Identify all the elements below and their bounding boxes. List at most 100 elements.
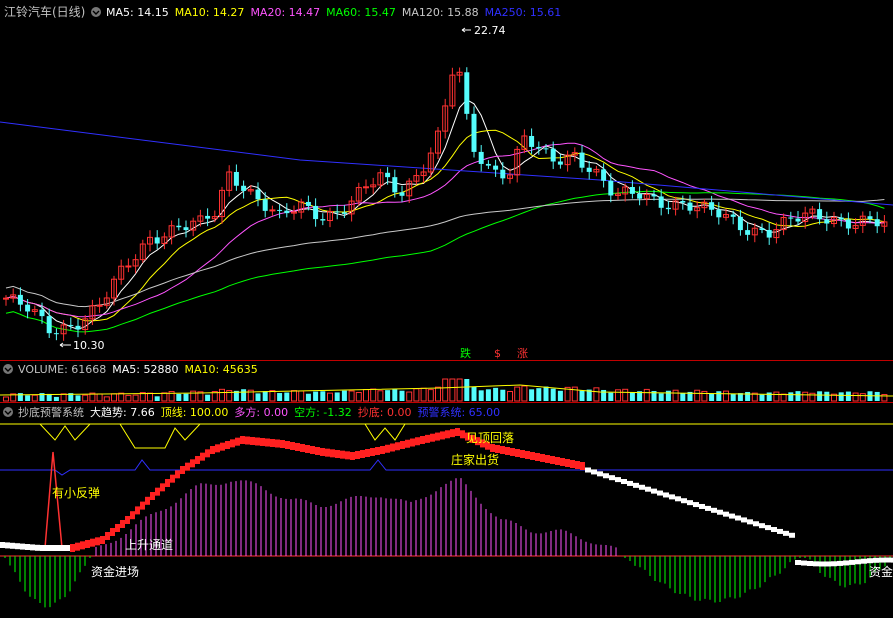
candle-body: [586, 167, 592, 172]
candle-body: [651, 194, 657, 197]
trend-step: [420, 436, 425, 444]
candle-body: [629, 187, 635, 194]
trend-step-down: [681, 498, 687, 504]
trend-step: [135, 506, 140, 515]
trend-step: [385, 444, 390, 453]
trend-step: [170, 474, 175, 483]
volume-bar: [709, 393, 715, 401]
trend-step-down: [35, 544, 40, 551]
volume-bar: [241, 389, 247, 401]
candle-body: [39, 309, 45, 317]
candle-body: [557, 161, 563, 165]
volume-bar: [313, 391, 319, 401]
trend-step-down: [747, 519, 753, 525]
trend-step: [455, 428, 460, 436]
trend-step: [375, 447, 380, 455]
trend-step: [235, 437, 240, 446]
trend-step: [555, 457, 560, 465]
legend-item: MA120: 15.88: [402, 6, 479, 19]
candle-body: [17, 294, 23, 305]
trend-step: [105, 532, 110, 540]
trend-step-down: [807, 561, 813, 567]
trend-step-down: [50, 545, 55, 551]
candle-body: [125, 265, 132, 268]
volume-bar: [53, 396, 59, 401]
trend-step: [260, 438, 265, 446]
volume-bar: [838, 392, 844, 401]
collapse-icon[interactable]: [91, 7, 101, 17]
candle-body: [334, 211, 340, 213]
candle-body: [867, 216, 873, 220]
trend-step-down: [801, 560, 807, 566]
candle-body: [255, 189, 261, 200]
trend-step: [405, 439, 410, 448]
trend-step-down: [10, 542, 15, 549]
trend-step: [520, 450, 525, 458]
volume-bar: [745, 391, 751, 401]
trend-step-down: [885, 557, 891, 563]
candle-body: [363, 186, 369, 189]
candle-body: [493, 165, 499, 170]
annotation-top-fall: 见顶回落: [466, 431, 514, 445]
trend-step: [115, 524, 120, 532]
trend-step-down: [609, 475, 615, 481]
trend-step: [245, 436, 250, 445]
volume-bar: [305, 393, 311, 401]
badge-rise[interactable]: 涨: [517, 347, 528, 360]
trend-step-down: [60, 545, 65, 551]
collapse-icon[interactable]: [3, 364, 13, 374]
candle-body: [550, 148, 556, 162]
ma-legend: MA5: 14.15 MA10: 14.27 MA20: 14.47 MA60: 15…: [106, 6, 561, 19]
trend-step: [400, 441, 405, 449]
trend-step: [360, 450, 365, 458]
legend-item: MA250: 15.61: [485, 6, 562, 19]
candle-body: [709, 202, 715, 210]
legend-item: 多方: 0.00: [234, 405, 288, 419]
volume-bar: [543, 386, 549, 401]
candle-body: [25, 304, 31, 312]
trend-step-down: [819, 561, 825, 567]
trend-step: [560, 458, 565, 466]
trend-step: [355, 451, 360, 459]
trend-step-down: [735, 515, 741, 521]
candle-body: [824, 219, 830, 224]
trend-step: [415, 437, 420, 446]
trend-step: [525, 451, 530, 459]
volume-bar: [341, 390, 347, 401]
candle-body: [320, 219, 326, 221]
trend-step-down: [627, 480, 633, 486]
volume-bar: [608, 392, 614, 401]
stock-title[interactable]: 江铃汽车(日线): [4, 4, 85, 19]
trend-step: [240, 436, 245, 444]
volume-bar: [399, 390, 405, 401]
trend-step-down: [15, 543, 20, 550]
candle-body: [284, 210, 290, 214]
volume-bar: [464, 379, 470, 401]
trend-step: [150, 492, 155, 500]
trend-step-down: [663, 492, 669, 498]
volume-bar: [25, 395, 31, 401]
annotation-dealer-sell: 庄家出货: [451, 452, 499, 467]
annotation-uptrend: 上升通道: [125, 538, 173, 552]
candle-body: [464, 72, 470, 114]
trend-step: [445, 430, 450, 439]
candle-body: [485, 163, 491, 166]
candle-body: [874, 219, 880, 227]
trend-step: [395, 442, 400, 451]
collapse-icon[interactable]: [3, 407, 13, 417]
trend-step: [495, 445, 500, 453]
trend-step: [390, 443, 395, 452]
trend-step: [515, 449, 520, 457]
trend-step-down: [615, 477, 621, 483]
legend-item: VOLUME: 61668: [18, 363, 106, 376]
annotation-inflow-right: 资金: [869, 564, 893, 579]
volume-bar: [500, 389, 506, 401]
candle-body: [399, 192, 405, 196]
trend-step-down: [657, 490, 663, 496]
badge-dollar[interactable]: $: [494, 347, 501, 360]
badge-fall[interactable]: 跌: [460, 346, 471, 360]
volume-bar: [320, 391, 326, 401]
trend-step: [220, 442, 225, 451]
trend-step: [440, 431, 445, 440]
trend-step: [120, 520, 125, 528]
